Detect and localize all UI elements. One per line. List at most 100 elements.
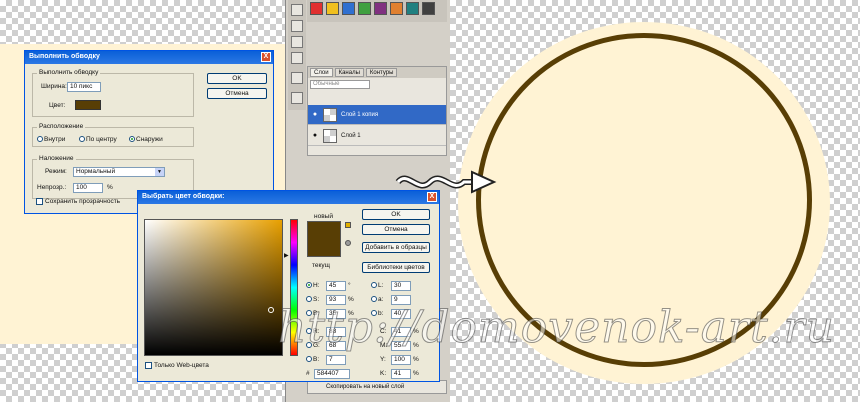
preserve-transparency-checkbox[interactable]: Сохранить прозрачность — [36, 198, 120, 205]
add-to-swatches-button[interactable]: Добавить в образцы — [362, 242, 430, 253]
radio-outside-label: Снаружи — [136, 136, 163, 143]
eyedropper-icon[interactable] — [291, 72, 303, 84]
k-unit: % — [413, 370, 419, 377]
swatch-purple[interactable] — [374, 2, 387, 15]
eye-icon[interactable]: ● — [311, 111, 319, 119]
gamut-warning-icon[interactable] — [345, 222, 351, 228]
swatch-blue[interactable] — [342, 2, 355, 15]
layer-thumbnail — [323, 107, 337, 122]
layers-panel: Слои Каналы Контуры Обычные ● Слой 1 коп… — [307, 66, 447, 156]
close-icon[interactable]: X — [427, 192, 437, 202]
layer-name: Слой 1 копия — [341, 111, 379, 118]
history-item[interactable]: Скопировать на новый слой — [307, 380, 447, 394]
swatch-yellow[interactable] — [326, 2, 339, 15]
swatch-dark[interactable] — [422, 2, 435, 15]
chevron-down-icon[interactable]: ▼ — [155, 168, 164, 176]
picker-cursor-icon[interactable] — [268, 307, 274, 313]
opacity-label: Непрозр.: — [37, 184, 67, 191]
opacity-field[interactable]: 100 — [73, 183, 103, 193]
location-group-label: Расположение — [37, 123, 86, 130]
h-radio[interactable]: H: — [306, 282, 320, 289]
new-color-swatch — [307, 221, 341, 239]
ok-button[interactable]: OK — [207, 73, 267, 84]
cancel-button[interactable]: Отмена — [207, 88, 267, 99]
saturation-brightness-field[interactable] — [144, 219, 283, 356]
opacity-unit: % — [107, 184, 113, 191]
hex-label: # — [306, 370, 310, 377]
quick-mask-icon[interactable] — [291, 92, 303, 104]
hue-slider-arrow-icon[interactable]: ▶ — [284, 252, 289, 259]
watermark: http://domovenok-art.ru — [278, 302, 835, 354]
color-swatch[interactable] — [75, 100, 101, 110]
stroke-dialog-title: Выполнить обводку — [29, 53, 100, 60]
blend-mode-select[interactable]: Обычные — [310, 80, 370, 89]
tab-layers[interactable]: Слои — [310, 68, 333, 77]
radio-center-label: По центру — [86, 136, 117, 143]
location-group: Расположение Внутри По центру Снаружи — [32, 123, 194, 147]
tab-channels[interactable]: Каналы — [334, 68, 364, 77]
mode-label: Режим: — [45, 168, 67, 175]
l-field[interactable]: 30 — [391, 281, 411, 291]
eye-icon[interactable]: ● — [311, 132, 319, 140]
layer-thumbnail — [323, 128, 337, 143]
new-color-label: новый — [314, 213, 333, 220]
current-color-label: текущ — [312, 262, 331, 269]
checkbox-icon — [145, 362, 152, 369]
blue-field[interactable]: 7 — [326, 355, 346, 365]
swatch-teal[interactable] — [406, 2, 419, 15]
layer-row-copy[interactable]: ● Слой 1 копия — [308, 105, 446, 125]
swatch-red[interactable] — [310, 2, 323, 15]
y-label: Y: — [380, 356, 386, 363]
swatches-strip — [307, 0, 447, 22]
width-label: Ширина: — [41, 83, 67, 90]
radio-icon — [371, 282, 377, 289]
color-libraries-button[interactable]: Библиотеки цветов — [362, 262, 430, 273]
y-field[interactable]: 100 — [391, 355, 411, 365]
web-safe-cube-icon[interactable] — [345, 240, 351, 246]
k-label: K: — [380, 370, 387, 377]
radio-selected-icon — [129, 136, 135, 143]
hand-tool-icon[interactable] — [291, 52, 303, 64]
radio-icon — [306, 356, 312, 363]
mode-select[interactable]: Нормальный ▼ — [73, 167, 165, 177]
tab-paths[interactable]: Контуры — [365, 68, 398, 77]
close-icon[interactable]: X — [261, 52, 271, 62]
blend-group-label: Наложение — [37, 155, 76, 162]
tools-column — [288, 0, 306, 110]
layer-name: Слой 1 — [341, 132, 361, 139]
layer-row-base[interactable]: ● Слой 1 — [308, 126, 446, 146]
type-tool-icon[interactable] — [291, 4, 303, 16]
layers-tabs: Слои Каналы Контуры — [308, 67, 446, 78]
swatch-orange[interactable] — [390, 2, 403, 15]
h-unit: ° — [348, 282, 351, 289]
h-field[interactable]: 45 — [326, 281, 346, 291]
radio-outside[interactable]: Снаружи — [129, 136, 163, 143]
current-color-swatch[interactable] — [307, 239, 341, 257]
l-radio[interactable]: L: — [371, 282, 383, 289]
stroke-dialog-titlebar[interactable]: Выполнить обводку X — [25, 51, 273, 64]
radio-selected-icon — [306, 282, 312, 289]
web-colors-only-checkbox[interactable]: Только Web-цвета — [145, 362, 209, 369]
swatch-green[interactable] — [358, 2, 371, 15]
blue-radio[interactable]: B: — [306, 356, 319, 363]
k-field[interactable]: 41 — [391, 369, 411, 379]
radio-icon — [37, 136, 43, 143]
radio-center[interactable]: По центру — [79, 136, 117, 143]
pen-tool-icon[interactable] — [291, 36, 303, 48]
width-field[interactable]: 10 пикс — [67, 82, 101, 92]
h-label: H: — [313, 282, 320, 289]
l-label: L: — [378, 282, 384, 289]
web-colors-only-label: Только Web-цвета — [154, 362, 209, 370]
radio-inside[interactable]: Внутри — [37, 136, 65, 143]
blue-label: B: — [313, 356, 320, 363]
stroke-group: Выполнить обводку Ширина: 10 пикс Цвет: — [32, 69, 194, 117]
path-select-icon[interactable] — [291, 20, 303, 32]
picker-titlebar[interactable]: Выбрать цвет обводки: X — [138, 191, 439, 204]
mode-value: Нормальный — [76, 168, 116, 175]
picker-title: Выбрать цвет обводки: — [142, 193, 225, 200]
radio-inside-label: Внутри — [44, 136, 66, 143]
picker-ok-button[interactable]: OK — [362, 209, 430, 220]
radio-icon — [79, 136, 85, 143]
picker-cancel-button[interactable]: Отмена — [362, 224, 430, 235]
hex-field[interactable]: 584407 — [314, 369, 350, 379]
